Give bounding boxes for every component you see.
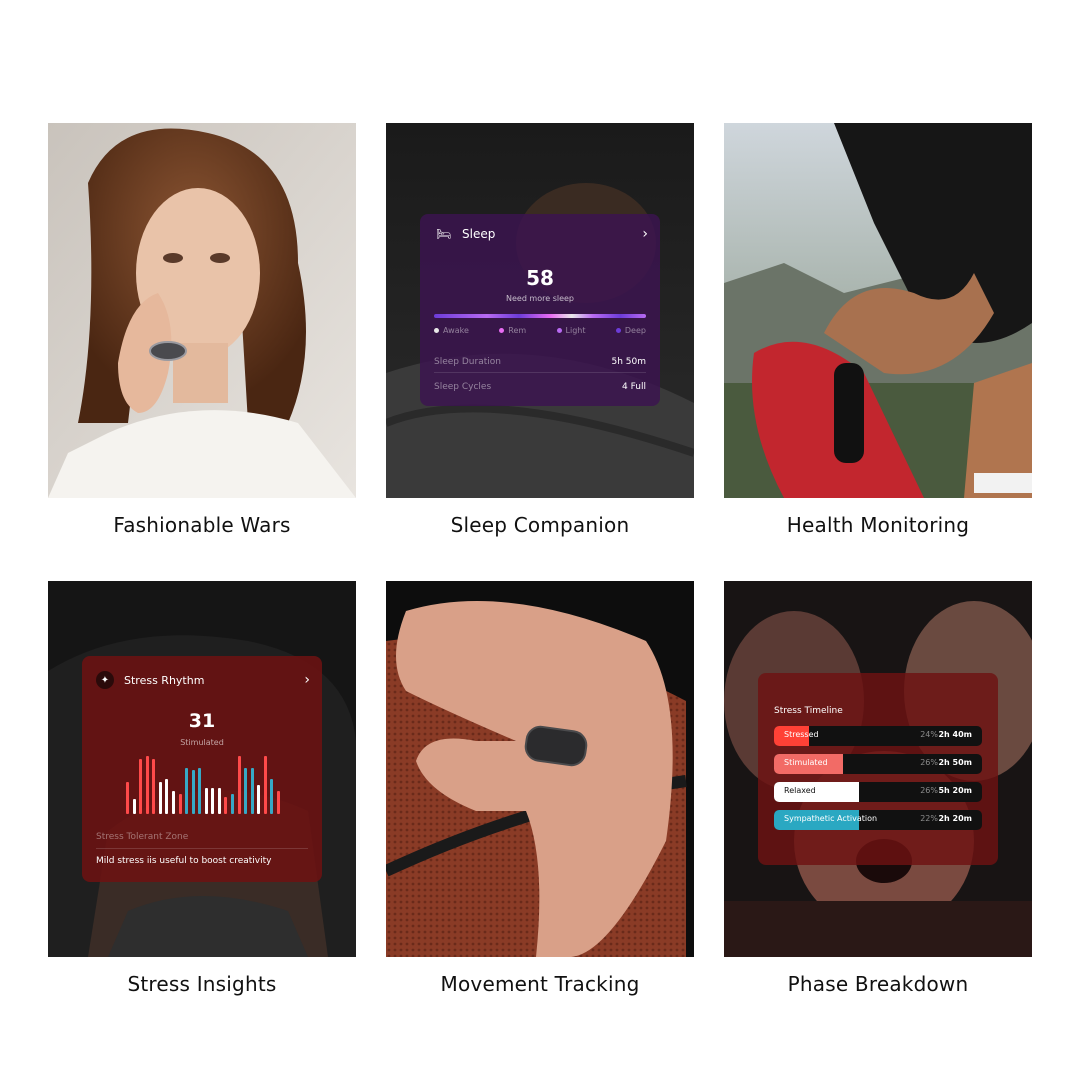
- tile-fashionable-wars[interactable]: [48, 123, 356, 498]
- stress-bar: [159, 782, 162, 814]
- stress-card[interactable]: ✦ Stress Rhythm › 31 Stimulated Stress T…: [82, 656, 322, 882]
- tile-sleep-companion[interactable]: 🛏 Sleep › 58 Need more sleep Awake Rem L…: [386, 123, 694, 498]
- stress-bar: [133, 799, 136, 814]
- sleep-card-title: Sleep: [462, 227, 496, 241]
- timeline-pct: 26%: [920, 758, 938, 767]
- sleep-card[interactable]: 🛏 Sleep › 58 Need more sleep Awake Rem L…: [420, 214, 660, 406]
- chevron-right-icon[interactable]: ›: [304, 672, 310, 688]
- timeline-label: Stimulated: [784, 758, 828, 767]
- caption-health-monitoring: Health Monitoring: [786, 513, 970, 537]
- legend-awake: Awake: [434, 326, 469, 335]
- sleep-stage-bar: [434, 314, 646, 318]
- caption-sleep-companion: Sleep Companion: [450, 513, 630, 537]
- stress-bar: [165, 779, 168, 814]
- stress-tip: Mild stress iis useful to boost creativi…: [96, 856, 272, 866]
- timeline-time: 2h 50m: [938, 758, 972, 767]
- timeline-row: Stimulated 26% 2h 50m: [774, 754, 982, 774]
- stress-bar: [139, 759, 142, 814]
- timeline-time: 2h 40m: [938, 730, 972, 739]
- sleep-cycles-label: Sleep Cycles: [434, 382, 492, 392]
- caption-fashionable-wars: Fashionable Wars: [113, 513, 291, 537]
- legend-deep: Deep: [615, 326, 646, 335]
- hand-basketball-photo: [386, 581, 694, 957]
- stress-bar: [264, 756, 267, 814]
- timeline-pct: 24%: [920, 730, 938, 739]
- stress-score: 31: [188, 710, 216, 732]
- timeline-row: Relaxed 26% 5h 20m: [774, 782, 982, 802]
- stress-timeline-title: Stress Timeline: [774, 706, 843, 716]
- stress-timeline-card[interactable]: Stress Timeline Stressed 24% 2h 40m Stimula…: [758, 673, 998, 865]
- caption-phase-breakdown: Phase Breakdown: [787, 972, 969, 996]
- stress-bar-chart: [126, 756, 280, 814]
- stress-bar: [231, 794, 234, 814]
- timeline-label: Relaxed: [784, 786, 816, 795]
- stress-bar: [198, 768, 201, 814]
- stress-bar: [270, 779, 273, 814]
- stress-bar: [251, 768, 254, 814]
- sleep-cycles-value: 4 Full: [622, 382, 646, 392]
- bed-icon: 🛏: [436, 227, 452, 241]
- timeline-row: Sympathetic Activation 22% 2h 20m: [774, 810, 982, 830]
- stress-status: Stimulated: [180, 738, 224, 747]
- sleep-status: Need more sleep: [505, 294, 575, 303]
- stress-bar: [126, 782, 129, 814]
- stress-bar: [152, 759, 155, 814]
- stress-bar: [218, 788, 221, 814]
- cyclist-photo: [724, 123, 1032, 498]
- stress-bar: [277, 791, 280, 814]
- timeline-label: Sympathetic Activation: [784, 814, 878, 823]
- tile-movement-tracking[interactable]: [386, 581, 694, 957]
- woman-ring-photo: [48, 123, 356, 498]
- tile-health-monitoring[interactable]: [724, 123, 1032, 498]
- timeline-pct: 22%: [920, 814, 938, 823]
- tile-stress-insights[interactable]: ✦ Stress Rhythm › 31 Stimulated Stress T…: [48, 581, 356, 957]
- stress-bar: [185, 768, 188, 814]
- caption-movement-tracking: Movement Tracking: [440, 972, 640, 996]
- sleep-duration-label: Sleep Duration: [434, 357, 501, 367]
- stress-bar: [244, 768, 247, 814]
- sleep-score: 58: [526, 266, 554, 290]
- stress-bar: [172, 791, 175, 814]
- stress-icon: ✦: [96, 671, 114, 689]
- sleep-cycles-row: Sleep Cycles 4 Full: [434, 377, 646, 397]
- stress-bar: [211, 788, 214, 814]
- caption-stress-insights: Stress Insights: [127, 972, 277, 996]
- legend-light: Light: [556, 326, 586, 335]
- stress-bar: [205, 788, 208, 814]
- timeline-time: 2h 20m: [938, 814, 972, 823]
- chevron-right-icon[interactable]: ›: [642, 226, 648, 242]
- stress-bar: [179, 794, 182, 814]
- sleep-duration-row: Sleep Duration 5h 50m: [434, 352, 646, 373]
- stress-bar: [257, 785, 260, 814]
- stress-bar: [238, 756, 241, 814]
- timeline-time: 5h 20m: [938, 786, 972, 795]
- stress-card-title: Stress Rhythm: [124, 673, 205, 687]
- timeline-label: Stressed: [784, 730, 819, 739]
- tile-phase-breakdown[interactable]: Stress Timeline Stressed 24% 2h 40m Stimula…: [724, 581, 1032, 957]
- sleep-legend: Awake Rem Light Deep: [434, 326, 646, 335]
- timeline-pct: 26%: [920, 786, 938, 795]
- sleep-duration-value: 5h 50m: [611, 357, 646, 367]
- legend-rem: Rem: [499, 326, 526, 335]
- stress-zone-label: Stress Tolerant Zone: [96, 832, 308, 849]
- timeline-row: Stressed 24% 2h 40m: [774, 726, 982, 746]
- stress-bar: [146, 756, 149, 814]
- stress-bar: [192, 770, 195, 814]
- stress-bar: [224, 797, 227, 814]
